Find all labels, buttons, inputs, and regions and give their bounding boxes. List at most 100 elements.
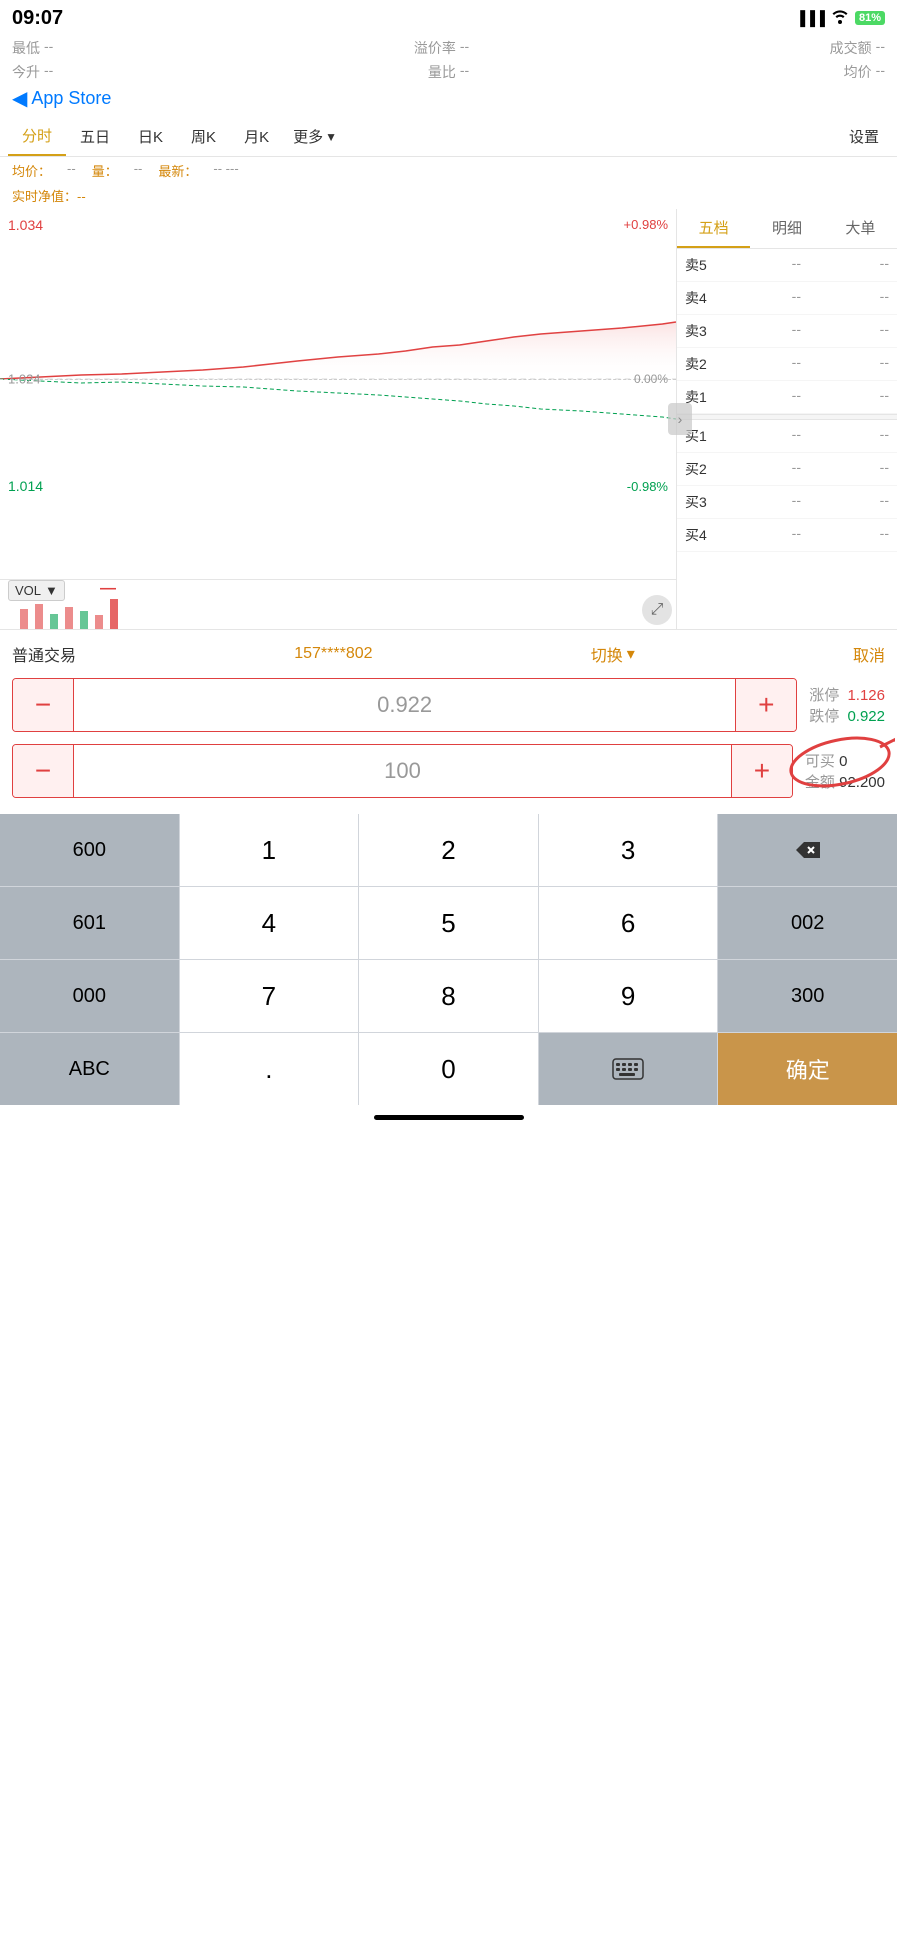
ob-sell5-price: -- (880, 255, 889, 275)
cje-label: 成交额 (830, 38, 872, 58)
info-latest-val: -- --- (213, 161, 238, 180)
qty-input-container: − + (12, 744, 793, 798)
numpad-key-000[interactable]: 000 (0, 960, 179, 1032)
ob-sell3: 卖3 -- -- (677, 315, 897, 348)
chart-left: 1.034 +0.98% 1.024 0.00% 1.014 -0.98% VO… (0, 209, 677, 629)
trade-switch-button[interactable]: 切换 ▾ (591, 642, 635, 666)
ob-buy3: 买3 -- -- (677, 486, 897, 519)
numpad-key-5[interactable]: 5 (359, 887, 538, 959)
ob-sell1-qty: -- (792, 387, 801, 407)
trade-cancel-button[interactable]: 取消 (853, 642, 885, 666)
tab-more[interactable]: 更多 ▼ (283, 118, 347, 155)
limit-down-label: 跌停 (809, 708, 839, 725)
ob-sell4-qty: -- (792, 288, 801, 308)
numpad-key-601[interactable]: 601 (0, 887, 179, 959)
numpad-key-4[interactable]: 4 (180, 887, 359, 959)
numpad-key-ABC[interactable]: ABC (0, 1033, 179, 1105)
app-store-back[interactable]: ◀ App Store (0, 84, 897, 117)
stock-header-row2: 今升 -- 量比 -- 均价 -- (0, 60, 897, 84)
ob-buy1: 买1 -- -- (677, 420, 897, 453)
ob-sell3-qty: -- (792, 321, 801, 341)
numpad-key-[interactable]: . (180, 1033, 359, 1105)
price-decrease-button[interactable]: − (13, 679, 73, 731)
tab-fenshi[interactable]: 分时 (8, 117, 66, 156)
status-bar: 09:07 ▐▐▐ 81% (0, 0, 897, 36)
ob-tab-large[interactable]: 大单 (824, 209, 897, 248)
ob-sell1-price: -- (880, 387, 889, 407)
today-label: 今升 (12, 62, 40, 82)
ob-sell2: 卖2 -- -- (677, 348, 897, 381)
info-avg-label: 均价： (12, 161, 51, 180)
red-circle-annotation (785, 732, 895, 792)
numpad-key-600[interactable]: 600 (0, 814, 179, 886)
numpad: 600123 601456002 000789300 ABC.0 确定 (0, 814, 897, 1105)
order-book-tabs: 五档 明细 大单 (677, 209, 897, 249)
qty-input[interactable] (73, 745, 732, 797)
ob-sell4-label: 卖4 (685, 288, 713, 308)
tab-zhouk[interactable]: 周K (177, 118, 230, 155)
numpad-key-300[interactable]: 300 (718, 960, 897, 1032)
ob-buy2: 买2 -- -- (677, 453, 897, 486)
numpad-key-[interactable]: 确定 (718, 1033, 897, 1105)
price-mid: 1.024 (8, 372, 41, 387)
ob-buy1-qty: -- (792, 426, 801, 446)
numpad-key-3[interactable]: 3 (539, 814, 718, 886)
ob-sell5: 卖5 -- -- (677, 249, 897, 282)
battery-indicator: 81% (855, 11, 885, 25)
ob-buy3-price: -- (880, 492, 889, 512)
numpad-key-[interactable] (718, 814, 897, 886)
collapse-arrow[interactable]: › (668, 403, 692, 435)
price-mid-pct: 0.00% (634, 372, 668, 386)
ob-buy2-qty: -- (792, 459, 801, 479)
limit-down-val: 0.922 (847, 708, 885, 725)
numpad-key-9[interactable]: 9 (539, 960, 718, 1032)
lb-val: -- (460, 62, 469, 82)
trade-header: 普通交易 157****802 切换 ▾ 取消 (12, 642, 885, 666)
price-low-pct: -0.98% (627, 479, 668, 494)
ob-buy1-price: -- (880, 426, 889, 446)
numpad-key-8[interactable]: 8 (359, 960, 538, 1032)
tab-yuek[interactable]: 月K (230, 118, 283, 155)
ob-tab-detail[interactable]: 明细 (750, 209, 823, 248)
numpad-key-1[interactable]: 1 (180, 814, 359, 886)
ob-sell2-qty: -- (792, 354, 801, 374)
ob-sell1: 卖1 -- -- (677, 381, 897, 414)
app-store-label: App Store (31, 88, 111, 109)
trade-switch-label: 切换 (591, 642, 623, 666)
info-latest-label: 最新： (158, 161, 197, 180)
yzr-val: -- (460, 38, 469, 58)
numpad-key-002[interactable]: 002 (718, 887, 897, 959)
price-increase-button[interactable]: + (736, 679, 796, 731)
ob-buy4-price: -- (880, 525, 889, 545)
expand-icon[interactable]: ⤢ (642, 595, 672, 625)
min-val: -- (44, 38, 53, 58)
price-side-info: 涨停 1.126 跌停 0.922 (809, 684, 885, 726)
lb-label: 量比 (428, 62, 456, 82)
tab-more-arrow-icon: ▼ (325, 130, 337, 144)
price-high: 1.034 (8, 217, 43, 233)
signal-icon: ▐▐▐ (795, 10, 825, 26)
numpad-key-7[interactable]: 7 (180, 960, 359, 1032)
tab-rik[interactable]: 日K (124, 118, 177, 155)
back-chevron-icon: ◀ (12, 86, 27, 111)
status-icons: ▐▐▐ 81% (795, 10, 885, 27)
numpad-key-6[interactable]: 6 (539, 887, 718, 959)
wifi-icon (831, 10, 849, 27)
ob-buy3-qty: -- (792, 492, 801, 512)
chart-canvas: 1.034 +0.98% 1.024 0.00% 1.014 -0.98% (0, 209, 676, 549)
today-val: -- (44, 62, 53, 82)
qty-increase-button[interactable]: + (732, 745, 792, 797)
info-vol-label: 量： (92, 161, 118, 180)
numpad-key-2[interactable]: 2 (359, 814, 538, 886)
ob-tab-five[interactable]: 五档 (677, 209, 750, 248)
numpad-key-0[interactable]: 0 (359, 1033, 538, 1105)
qty-decrease-button[interactable]: − (13, 745, 73, 797)
tab-settings[interactable]: 设置 (839, 118, 889, 155)
numpad-key-[interactable] (539, 1033, 718, 1105)
qty-input-row: − + 可买 0 金额 92.200 (12, 744, 885, 798)
tab-wuri[interactable]: 五日 (66, 118, 124, 155)
ob-sell3-label: 卖3 (685, 321, 713, 341)
avg-label: 均价 (844, 62, 872, 82)
price-input[interactable] (73, 679, 736, 731)
ob-buy3-label: 买3 (685, 492, 713, 512)
